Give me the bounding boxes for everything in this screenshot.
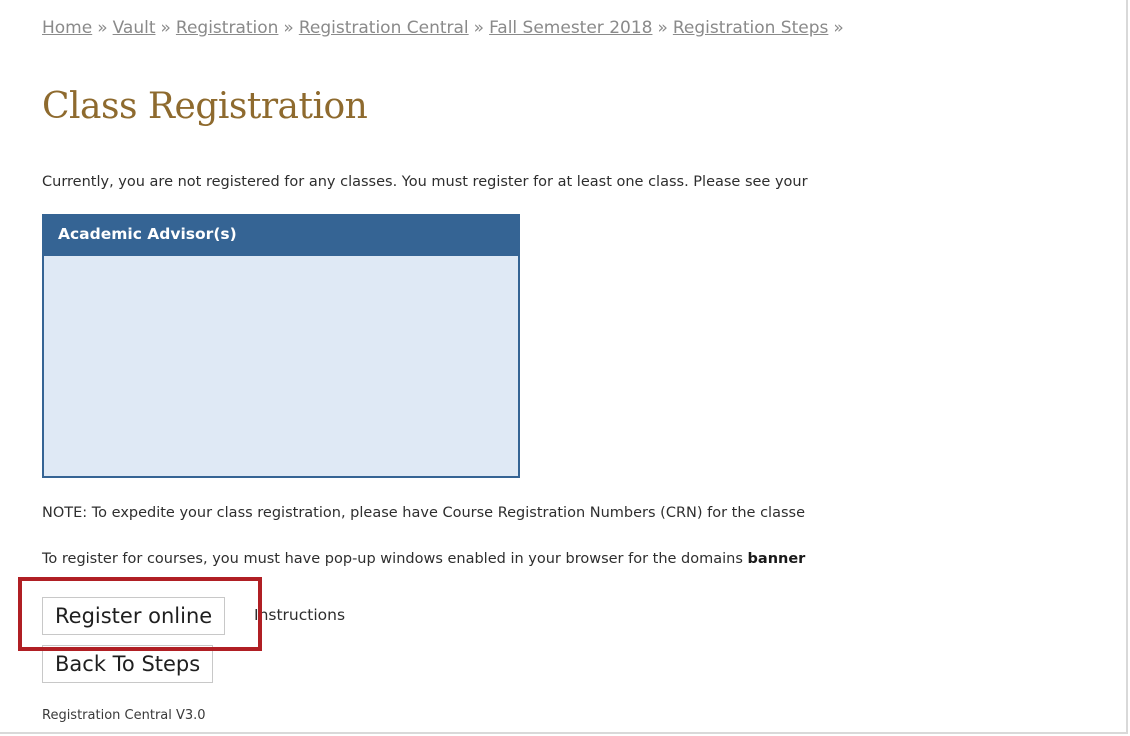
academic-advisor-panel: Academic Advisor(s) (42, 214, 520, 478)
page-frame: Home» Vault» Registration» Registration Cen… (0, 0, 1128, 734)
academic-advisor-body (42, 254, 520, 478)
page-title: Class Registration (42, 86, 368, 127)
breadcrumb-separator: » (833, 18, 844, 38)
academic-advisor-header: Academic Advisor(s) (42, 214, 520, 254)
breadcrumb-separator: » (657, 18, 668, 38)
breadcrumb-registration[interactable]: Registration (176, 18, 279, 38)
registration-status-text: Currently, you are not registered for an… (42, 174, 808, 190)
breadcrumb-vault[interactable]: Vault (113, 18, 156, 38)
breadcrumb-separator: » (473, 18, 485, 38)
breadcrumb-home[interactable]: Home (42, 18, 92, 38)
breadcrumb-registration-steps[interactable]: Registration Steps (673, 18, 828, 38)
version-label: Registration Central V3.0 (42, 708, 206, 723)
breadcrumb-separator: » (97, 18, 108, 38)
crn-note: NOTE: To expedite your class registratio… (42, 505, 805, 521)
register-online-button[interactable]: Register online (42, 597, 226, 635)
popup-notice-text: To register for courses, you must have p… (42, 551, 748, 567)
breadcrumb-fall-semester[interactable]: Fall Semester 2018 (489, 18, 652, 38)
breadcrumb-registration-central[interactable]: Registration Central (299, 18, 469, 38)
instructions-link[interactable]: Instructions (254, 606, 345, 624)
back-to-steps-button[interactable]: Back To Steps (42, 645, 214, 683)
breadcrumb: Home» Vault» Registration» Registration Cen… (42, 18, 849, 38)
breadcrumb-separator: » (160, 18, 171, 38)
popup-notice-domain: banner (747, 551, 806, 567)
breadcrumb-separator: » (283, 18, 294, 38)
popup-notice: To register for courses, you must have p… (42, 551, 805, 567)
